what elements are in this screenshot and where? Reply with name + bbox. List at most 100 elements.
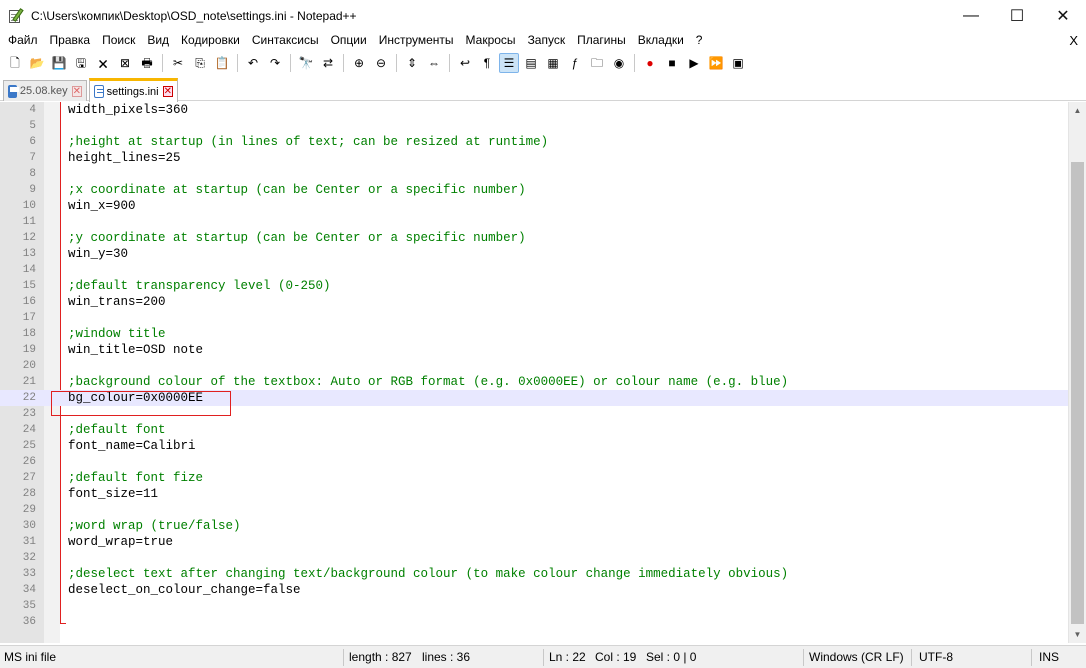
code-line[interactable]: 6 ;height at startup (in lines of text; c… xyxy=(0,134,1068,150)
status-mode[interactable]: INS xyxy=(1035,646,1059,668)
editor[interactable]: 4 width_pixels=360 5 6 ;height at startup (i… xyxy=(0,102,1068,643)
code-line[interactable]: 13 win_y=30 xyxy=(0,246,1068,262)
code-line[interactable]: 24 ;default font xyxy=(0,422,1068,438)
save-macro-icon[interactable]: ▣ xyxy=(729,54,747,72)
menu-item-9[interactable]: Запуск xyxy=(522,31,572,50)
sync-horizontal-icon[interactable]: ⇔ xyxy=(425,54,443,72)
menu-item-11[interactable]: Вкладки xyxy=(632,31,690,50)
record-macro-icon[interactable]: ● xyxy=(641,54,659,72)
sync-vertical-icon[interactable]: ⇕ xyxy=(403,54,421,72)
line-number: 30 xyxy=(22,520,36,532)
close-window-button[interactable]: ✕ xyxy=(1040,0,1086,31)
redo-icon[interactable]: ↷ xyxy=(266,54,284,72)
code-line[interactable]: 15 ;default transparency level (0-250) xyxy=(0,278,1068,294)
stop-macro-icon[interactable]: ■ xyxy=(663,54,681,72)
code-line[interactable]: 29 xyxy=(0,502,1068,518)
show-all-chars-icon[interactable]: ¶ xyxy=(478,54,496,72)
print-icon[interactable]: 🖶 xyxy=(138,54,156,72)
cut-icon[interactable]: ✂ xyxy=(169,54,187,72)
code-line[interactable]: 7 height_lines=25 xyxy=(0,150,1068,166)
copy-icon[interactable]: ⎘ xyxy=(191,54,209,72)
udl-icon[interactable]: ▤ xyxy=(522,54,540,72)
menu-item-2[interactable]: Поиск xyxy=(96,31,141,50)
code-line[interactable]: 34 deselect_on_colour_change=false xyxy=(0,582,1068,598)
function-list-icon[interactable]: ƒ xyxy=(566,54,584,72)
menu-item-4[interactable]: Кодировки xyxy=(175,31,246,50)
indent-guide-icon[interactable]: ☰ xyxy=(499,53,519,73)
menu-item-6[interactable]: Опции xyxy=(325,31,373,50)
save-all-icon[interactable]: 🖫 xyxy=(72,54,90,72)
save-icon[interactable]: 💾 xyxy=(50,54,68,72)
code-line[interactable]: 30 ;word wrap (true/false) xyxy=(0,518,1068,534)
menu-item-3[interactable]: Вид xyxy=(141,31,175,50)
close-document-button[interactable]: X xyxy=(1069,31,1078,50)
monitoring-icon[interactable]: ◉ xyxy=(610,54,628,72)
tab-label: 25.08.key xyxy=(19,85,68,97)
minimize-button[interactable]: — xyxy=(948,0,994,31)
ini-value: 30 xyxy=(113,247,129,261)
vertical-scrollbar[interactable]: ▲ ▼ xyxy=(1068,102,1086,643)
code-line[interactable]: 27 ;default font fize xyxy=(0,470,1068,486)
code-line[interactable]: 18 ;window title xyxy=(0,326,1068,342)
tab-settings-ini[interactable]: settings.ini ✕ xyxy=(89,78,178,102)
code-lines[interactable]: 4 width_pixels=360 5 6 ;height at startup (i… xyxy=(0,102,1068,630)
code-line[interactable]: 16 win_trans=200 xyxy=(0,294,1068,310)
menu-item-7[interactable]: Инструменты xyxy=(373,31,460,50)
code-line[interactable]: 21 ;background colour of the textbox: Aut… xyxy=(0,374,1068,390)
code-line[interactable]: 8 xyxy=(0,166,1068,182)
maximize-button[interactable]: ☐ xyxy=(994,0,1040,31)
code-line[interactable]: 36 xyxy=(0,614,1068,630)
code-line[interactable]: 26 xyxy=(0,454,1068,470)
code-line[interactable]: 11 xyxy=(0,214,1068,230)
tab-25-08-key[interactable]: 25.08.key ✕ xyxy=(3,80,87,101)
code-line[interactable]: 20 xyxy=(0,358,1068,374)
comment-text: ;deselect text after changing text/backg… xyxy=(68,567,789,581)
code-line[interactable]: 35 xyxy=(0,598,1068,614)
zoom-in-icon[interactable]: ⊕ xyxy=(350,54,368,72)
scroll-up-icon[interactable]: ▲ xyxy=(1069,102,1086,119)
code-line[interactable]: 4 width_pixels=360 xyxy=(0,102,1068,118)
paste-icon[interactable]: 📋 xyxy=(213,54,231,72)
line-number: 5 xyxy=(29,120,36,132)
play-macro-icon[interactable]: ▶ xyxy=(685,54,703,72)
undo-icon[interactable]: ↶ xyxy=(244,54,262,72)
code-line[interactable]: 31 word_wrap=true xyxy=(0,534,1068,550)
line-number: 28 xyxy=(22,488,36,500)
run-macro-multiple-icon[interactable]: ⏩ xyxy=(707,54,725,72)
code-line[interactable]: 32 xyxy=(0,550,1068,566)
tab-close-icon[interactable]: ✕ xyxy=(71,85,82,97)
menu-item-10[interactable]: Плагины xyxy=(571,31,632,50)
code-line[interactable]: 12 ;y coordinate at startup (can be Cente… xyxy=(0,230,1068,246)
menu-item-0[interactable]: Файл xyxy=(2,31,44,50)
doc-map-icon[interactable]: ▦ xyxy=(544,54,562,72)
tab-close-icon[interactable]: ✕ xyxy=(162,86,173,97)
folder-workspace-icon[interactable]: 🗀 xyxy=(588,54,606,72)
close-icon[interactable]: 🗙 xyxy=(94,54,112,72)
code-line[interactable]: 33 ;deselect text after changing text/bac… xyxy=(0,566,1068,582)
code-line[interactable]: 25 font_name=Calibri xyxy=(0,438,1068,454)
open-file-icon[interactable]: 📂 xyxy=(28,54,46,72)
scroll-down-icon[interactable]: ▼ xyxy=(1069,626,1086,643)
code-line[interactable]: 14 xyxy=(0,262,1068,278)
code-line[interactable]: 5 xyxy=(0,118,1068,134)
close-all-icon[interactable]: ⊠ xyxy=(116,54,134,72)
status-eol[interactable]: Windows (CR LF) xyxy=(805,646,904,668)
scroll-thumb[interactable] xyxy=(1071,162,1084,624)
menu-item-12[interactable]: ? xyxy=(690,31,709,50)
code-line[interactable]: 28 font_size=11 xyxy=(0,486,1068,502)
line-number: 12 xyxy=(22,232,36,244)
menu-item-1[interactable]: Правка xyxy=(44,31,97,50)
status-encoding[interactable]: UTF-8 xyxy=(915,646,953,668)
menu-item-8[interactable]: Макросы xyxy=(460,31,522,50)
replace-icon[interactable]: ⇄ xyxy=(319,54,337,72)
word-wrap-icon[interactable]: ↩ xyxy=(456,54,474,72)
code-line[interactable]: 17 xyxy=(0,310,1068,326)
menu-item-5[interactable]: Синтаксисы xyxy=(246,31,325,50)
code-line[interactable]: 19 win_title=OSD note xyxy=(0,342,1068,358)
find-icon[interactable]: 🔭 xyxy=(297,54,315,72)
new-file-icon[interactable]: 🗋 xyxy=(6,54,24,72)
code-text: ;default font fize xyxy=(68,470,203,486)
code-line[interactable]: 10 win_x=900 xyxy=(0,198,1068,214)
zoom-out-icon[interactable]: ⊖ xyxy=(372,54,390,72)
code-line[interactable]: 9 ;x coordinate at startup (can be Center… xyxy=(0,182,1068,198)
